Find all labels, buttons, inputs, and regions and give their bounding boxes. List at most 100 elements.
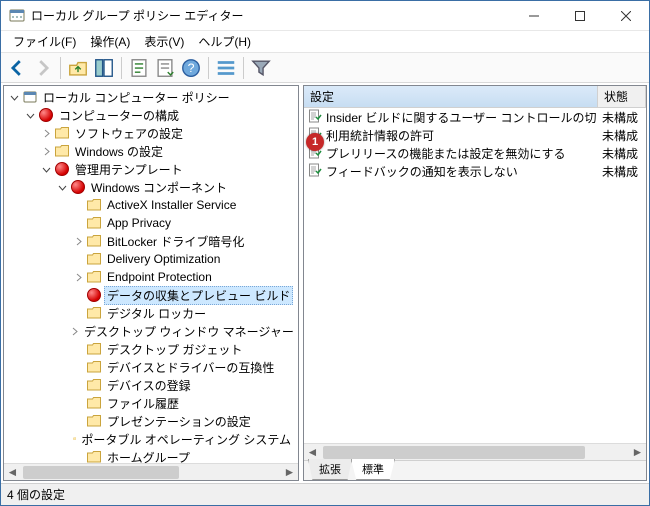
view-tabs: 拡張 標準 — [304, 460, 646, 480]
tree-node-label: ローカル コンピューター ポリシー — [40, 88, 233, 107]
tree-expander-icon[interactable] — [70, 327, 79, 336]
tree-expander-icon[interactable] — [6, 93, 22, 102]
tree-node-label: デスクトップ ガジェット — [104, 340, 245, 359]
tree-node-icon — [86, 413, 102, 429]
tree-node-label: App Privacy — [104, 215, 174, 231]
tree-node-label: Endpoint Protection — [104, 269, 215, 285]
tree-expander-icon[interactable] — [38, 147, 54, 156]
policy-name: Insider ビルドに関するユーザー コントロールの切り替え — [326, 109, 598, 126]
properties-button[interactable] — [127, 56, 151, 80]
tree-node-icon — [86, 215, 102, 231]
annotation-marker-1: 1 — [306, 133, 324, 151]
refresh-button[interactable] — [153, 56, 177, 80]
tree-horizontal-scrollbar[interactable]: ◄► — [4, 463, 298, 480]
policy-name: 利用統計情報の許可 — [326, 127, 434, 144]
policy-row[interactable]: 利用統計情報の許可 未構成 — [304, 126, 646, 144]
help-button[interactable]: ? — [179, 56, 203, 80]
tree-admin-templates[interactable]: 管理用テンプレート — [4, 160, 298, 178]
details-view-button[interactable] — [214, 56, 238, 80]
tree-expander-icon[interactable] — [70, 237, 86, 246]
tree-item[interactable]: ファイル履歴 — [4, 394, 298, 412]
policy-row[interactable]: Insider ビルドに関するユーザー コントロールの切り替え未構成 — [304, 108, 646, 126]
column-header-name[interactable]: 設定 — [304, 86, 598, 107]
tree-computer-config[interactable]: コンピューターの構成 — [4, 106, 298, 124]
svg-text:?: ? — [188, 61, 195, 75]
show-hide-tree-button[interactable] — [92, 56, 116, 80]
tree-software-settings[interactable]: ソフトウェアの設定 — [4, 124, 298, 142]
policy-state: 未構成 — [598, 127, 646, 144]
tree-node-label: 管理用テンプレート — [72, 160, 186, 179]
tree-node-icon — [86, 287, 102, 303]
window-title: ローカル グループ ポリシー エディター — [31, 7, 511, 24]
status-text: 4 個の設定 — [7, 486, 65, 503]
tree-node-label: データの収集とプレビュー ビルド — [104, 286, 293, 305]
policy-state: 未構成 — [598, 163, 646, 180]
tree-node-icon — [86, 233, 102, 249]
tree-item[interactable]: デスクトップ ガジェット — [4, 340, 298, 358]
tree-node-icon — [70, 179, 86, 195]
tree-item[interactable]: デスクトップ ウィンドウ マネージャー — [4, 322, 298, 340]
tree-node-label: プレゼンテーションの設定 — [104, 412, 254, 431]
tree-node-label: Windows コンポーネント — [88, 178, 230, 197]
tree-node-icon — [86, 341, 102, 357]
close-button[interactable] — [603, 1, 649, 31]
tree-expander-icon[interactable] — [22, 111, 38, 120]
tree-item[interactable]: デジタル ロッカー — [4, 304, 298, 322]
tree-item[interactable]: ActiveX Installer Service — [4, 196, 298, 214]
tree-node-icon — [86, 305, 102, 321]
app-icon — [9, 8, 25, 24]
tree-node-icon — [86, 269, 102, 285]
menu-view[interactable]: 表示(V) — [138, 31, 190, 52]
tree-root[interactable]: ローカル コンピューター ポリシー — [4, 88, 298, 106]
policy-row[interactable]: フィードバックの通知を表示しない未構成 — [304, 162, 646, 180]
tree-item[interactable]: デバイスの登録 — [4, 376, 298, 394]
tree-node-icon — [86, 377, 102, 393]
back-button[interactable] — [5, 56, 29, 80]
policy-list[interactable]: 1 Insider ビルドに関するユーザー コントロールの切り替え未構成利用統計… — [304, 108, 646, 443]
window-buttons — [511, 1, 649, 31]
tree-item[interactable]: データの収集とプレビュー ビルド — [4, 286, 298, 304]
tree-node-label: ポータブル オペレーティング システム — [78, 430, 294, 449]
policy-row[interactable]: プレリリースの機能または設定を無効にする未構成 — [304, 144, 646, 162]
tree-item[interactable]: プレゼンテーションの設定 — [4, 412, 298, 430]
tree-node-icon — [38, 107, 54, 123]
menu-help[interactable]: ヘルプ(H) — [192, 31, 257, 52]
tree-node-label: デバイスとドライバーの互換性 — [104, 358, 277, 377]
tree-item[interactable]: デバイスとドライバーの互換性 — [4, 358, 298, 376]
tree-node-icon — [73, 431, 76, 447]
menubar: ファイル(F) 操作(A) 表示(V) ヘルプ(H) — [1, 31, 649, 53]
tree-windows-settings[interactable]: Windows の設定 — [4, 142, 298, 160]
tree-node-icon — [86, 197, 102, 213]
tree-expander-icon[interactable] — [54, 183, 70, 192]
tab-standard[interactable]: 標準 — [351, 459, 395, 480]
tree-item[interactable]: BitLocker ドライブ暗号化 — [4, 232, 298, 250]
tree-node-icon — [54, 161, 70, 177]
tree-expander-icon[interactable] — [38, 129, 54, 138]
tree-node-label: デバイスの登録 — [104, 376, 194, 395]
tree-item[interactable]: ポータブル オペレーティング システム — [4, 430, 298, 448]
column-header-state[interactable]: 状態 — [598, 86, 646, 107]
tree-expander-icon[interactable] — [70, 273, 86, 282]
tree-item[interactable]: Delivery Optimization — [4, 250, 298, 268]
tree-item[interactable]: App Privacy — [4, 214, 298, 232]
tree-node-icon — [86, 449, 102, 463]
minimize-button[interactable] — [511, 1, 557, 31]
forward-button[interactable] — [31, 56, 55, 80]
tree-node-icon — [86, 251, 102, 267]
tree-pane[interactable]: ローカル コンピューター ポリシーコンピューターの構成ソフトウェアの設定Wind… — [3, 85, 299, 481]
maximize-button[interactable] — [557, 1, 603, 31]
tab-extended[interactable]: 拡張 — [308, 459, 352, 480]
window: ローカル グループ ポリシー エディター ファイル(F) 操作(A) 表示(V)… — [0, 0, 650, 506]
tree-item[interactable]: ホームグループ — [4, 448, 298, 463]
tree-expander-icon[interactable] — [38, 165, 54, 174]
list-horizontal-scrollbar[interactable]: ◄► — [304, 443, 646, 460]
tree-windows-components[interactable]: Windows コンポーネント — [4, 178, 298, 196]
list-pane: 設定 状態 1 Insider ビルドに関するユーザー コントロールの切り替え未… — [303, 85, 647, 481]
menu-file[interactable]: ファイル(F) — [7, 31, 82, 52]
filter-button[interactable] — [249, 56, 273, 80]
tree-node-label: ホームグループ — [104, 448, 193, 464]
menu-action[interactable]: 操作(A) — [84, 31, 136, 52]
tree-node-icon — [86, 395, 102, 411]
up-folder-button[interactable] — [66, 56, 90, 80]
tree-item[interactable]: Endpoint Protection — [4, 268, 298, 286]
